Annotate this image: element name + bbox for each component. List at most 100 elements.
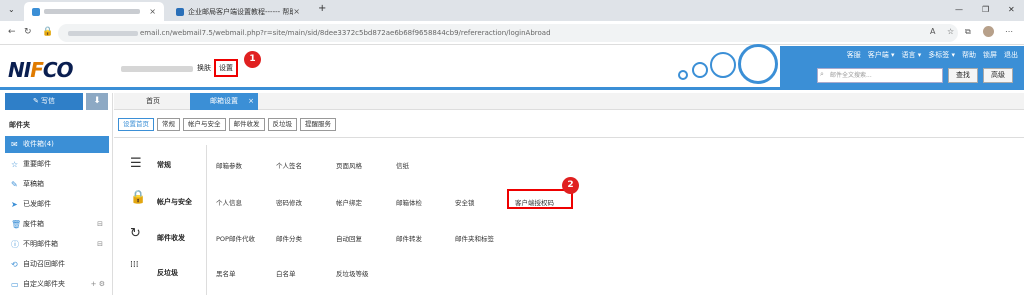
section-antispam-title: 反垃圾	[157, 269, 178, 277]
close-window-icon[interactable]: ✕	[1008, 5, 1015, 14]
subtab-general[interactable]: 常规	[157, 118, 180, 131]
section-divider	[206, 145, 207, 295]
browser-tab-webmail[interactable]: ×	[24, 2, 164, 21]
subtab-account-security[interactable]: 帐户与安全	[183, 118, 226, 131]
settings-highlight-box	[214, 59, 238, 77]
collections-icon[interactable]: ⧉	[965, 27, 971, 37]
link-whitelist[interactable]: 白名单	[276, 268, 296, 278]
subtab-anti-spam[interactable]: 反垃圾	[267, 118, 297, 131]
tab-home[interactable]: 首页	[132, 93, 174, 110]
section-account-title: 帐户与安全	[157, 198, 192, 206]
step-badge-2: 2	[562, 177, 579, 194]
settings-subtabs: 设置首页 常规 帐户与安全 邮件收发 反垃圾 提醒服务	[118, 118, 336, 131]
link-service[interactable]: 客服	[847, 50, 861, 60]
subtab-mail-send-receive[interactable]: 邮件收发	[228, 118, 265, 131]
new-tab-button[interactable]: +	[318, 3, 326, 14]
url-text: email.cn/webmail7.5/webmail.php?r=site/m…	[140, 29, 551, 37]
link-pop-fetch[interactable]: POP邮件代收	[216, 233, 255, 243]
link-help[interactable]: 帮助	[962, 50, 976, 60]
search-button[interactable]: 查找	[948, 68, 978, 83]
step-badge-1: 1	[244, 51, 261, 68]
tab-actions-icon[interactable]: ⌄	[8, 5, 15, 14]
empty-unknown-icon[interactable]: ⊟	[97, 236, 103, 253]
link-mailbox-check[interactable]: 邮箱体检	[396, 197, 422, 207]
address-bar-row: ← ↻ 🔒 email.cn/webmail7.5/webmail.php?r=…	[0, 21, 1024, 45]
link-spam-level[interactable]: 反垃圾等级	[336, 268, 369, 278]
nifco-logo: NIFCO	[8, 58, 74, 82]
favorite-star-icon[interactable]: ☆	[947, 27, 954, 36]
link-multitab[interactable]: 多标签 ▾	[928, 50, 955, 60]
browser-tab-help[interactable]: 企业邮局客户端设置教程------ 帮助 ×	[168, 2, 308, 21]
recall-icon: ⟲	[11, 260, 18, 269]
custom-folder-actions-icon[interactable]: + ⚙	[91, 276, 105, 293]
link-mail-forward[interactable]: 邮件转发	[396, 233, 422, 243]
receive-mail-button[interactable]: ⬇	[86, 93, 108, 110]
envelope-icon: ✉	[11, 140, 18, 149]
folder-icon: ▭	[11, 280, 19, 289]
back-icon[interactable]: ←	[8, 27, 16, 37]
close-tab-icon[interactable]: ×	[149, 7, 156, 16]
link-mailbox-params[interactable]: 邮箱参数	[216, 160, 242, 170]
folder-trash[interactable]: 🗑 废件箱 ⊟	[5, 216, 109, 233]
grid-dots-icon: ⁞⁞⁞	[130, 260, 139, 270]
link-auto-reply[interactable]: 自动回复	[336, 233, 362, 243]
refresh-icon[interactable]: ↻	[24, 27, 32, 37]
mail-search-input[interactable]: 邮件全文搜索...	[817, 68, 943, 83]
folder-recalled[interactable]: ⟲ 自动召回邮件	[5, 256, 109, 273]
link-password-change[interactable]: 密码修改	[276, 197, 302, 207]
compose-button[interactable]: ✎ 写信	[5, 93, 83, 110]
section-general-title: 常规	[157, 161, 171, 169]
profile-avatar[interactable]	[983, 26, 994, 37]
link-security-lock[interactable]: 安全锁	[455, 197, 475, 207]
folder-sent[interactable]: ➤ 已发邮件	[5, 196, 109, 213]
subtab-settings-home[interactable]: 设置首页	[118, 118, 154, 131]
folder-inbox[interactable]: ✉ 收件箱(4)	[5, 136, 109, 153]
lock-icon: 🔒	[130, 190, 147, 205]
switch-skin-link[interactable]: 换肤	[197, 63, 211, 73]
info-icon: ⓘ	[11, 240, 19, 249]
link-client[interactable]: 客户端 ▾	[868, 50, 895, 60]
url-field[interactable]: email.cn/webmail7.5/webmail.php?r=site/m…	[58, 24, 958, 42]
tab-title-help: 企业邮局客户端设置教程------ 帮助	[188, 7, 293, 16]
minimize-icon[interactable]: —	[955, 5, 963, 14]
link-folders-labels[interactable]: 邮件夹和标签	[455, 233, 494, 243]
folder-unknown[interactable]: ⓘ 不明邮件箱 ⊟	[5, 236, 109, 253]
tab-mail-settings[interactable]: 邮箱设置 ×	[190, 93, 258, 110]
inbox-download-icon: ⬇	[93, 96, 101, 106]
link-language[interactable]: 语言 ▾	[902, 50, 922, 60]
read-aloud-icon[interactable]: A	[930, 27, 935, 36]
star-icon: ☆	[11, 160, 19, 169]
advanced-search-button[interactable]: 高级	[983, 68, 1013, 83]
more-menu-icon[interactable]: ⋯	[1005, 27, 1013, 36]
link-lock[interactable]: 锁屏	[983, 50, 997, 60]
link-personal-info[interactable]: 个人信息	[216, 197, 242, 207]
link-mail-filter[interactable]: 邮件分类	[276, 233, 302, 243]
link-stationery[interactable]: 信纸	[396, 160, 409, 170]
empty-trash-icon[interactable]: ⊟	[97, 216, 103, 233]
close-tab-icon[interactable]: ×	[248, 93, 254, 110]
folders-title: 邮件夹	[9, 121, 30, 129]
search-icon: ⌕	[820, 70, 824, 78]
folder-drafts[interactable]: ✎ 草稿箱	[5, 176, 109, 193]
client-auth-highlight-box	[507, 189, 573, 209]
link-logout[interactable]: 退出	[1004, 50, 1018, 60]
subtab-reminder[interactable]: 提醒服务	[300, 118, 336, 131]
tab-title-blurred	[44, 9, 140, 14]
main-content: 首页 邮箱设置 × 设置首页 常规 帐户与安全 邮件收发 反垃圾 提醒服务 ☰ 常…	[114, 93, 1024, 295]
link-signature[interactable]: 个人签名	[276, 160, 302, 170]
lock-icon[interactable]: 🔒	[42, 27, 53, 37]
user-email-blurred	[121, 66, 193, 72]
link-blacklist[interactable]: 黑名单	[216, 268, 236, 278]
link-page-style[interactable]: 页面风格	[336, 160, 362, 170]
restore-icon[interactable]: ❐	[982, 5, 989, 14]
help-favicon-icon	[176, 7, 184, 16]
close-tab-icon[interactable]: ×	[293, 7, 300, 16]
link-account-binding[interactable]: 帐户绑定	[336, 197, 362, 207]
section-send-receive-title: 邮件收发	[157, 234, 185, 242]
webmail-favicon-icon	[32, 7, 40, 16]
browser-tab-strip: ⌄ × 企业邮局客户端设置教程------ 帮助 × + — ❐ ✕	[0, 0, 1024, 21]
refresh-icon: ↻	[130, 226, 141, 241]
trash-icon: 🗑	[11, 220, 22, 229]
folder-important[interactable]: ☆ 重要邮件	[5, 156, 109, 173]
folder-custom[interactable]: ▭ 自定义邮件夹 + ⚙	[5, 276, 109, 293]
